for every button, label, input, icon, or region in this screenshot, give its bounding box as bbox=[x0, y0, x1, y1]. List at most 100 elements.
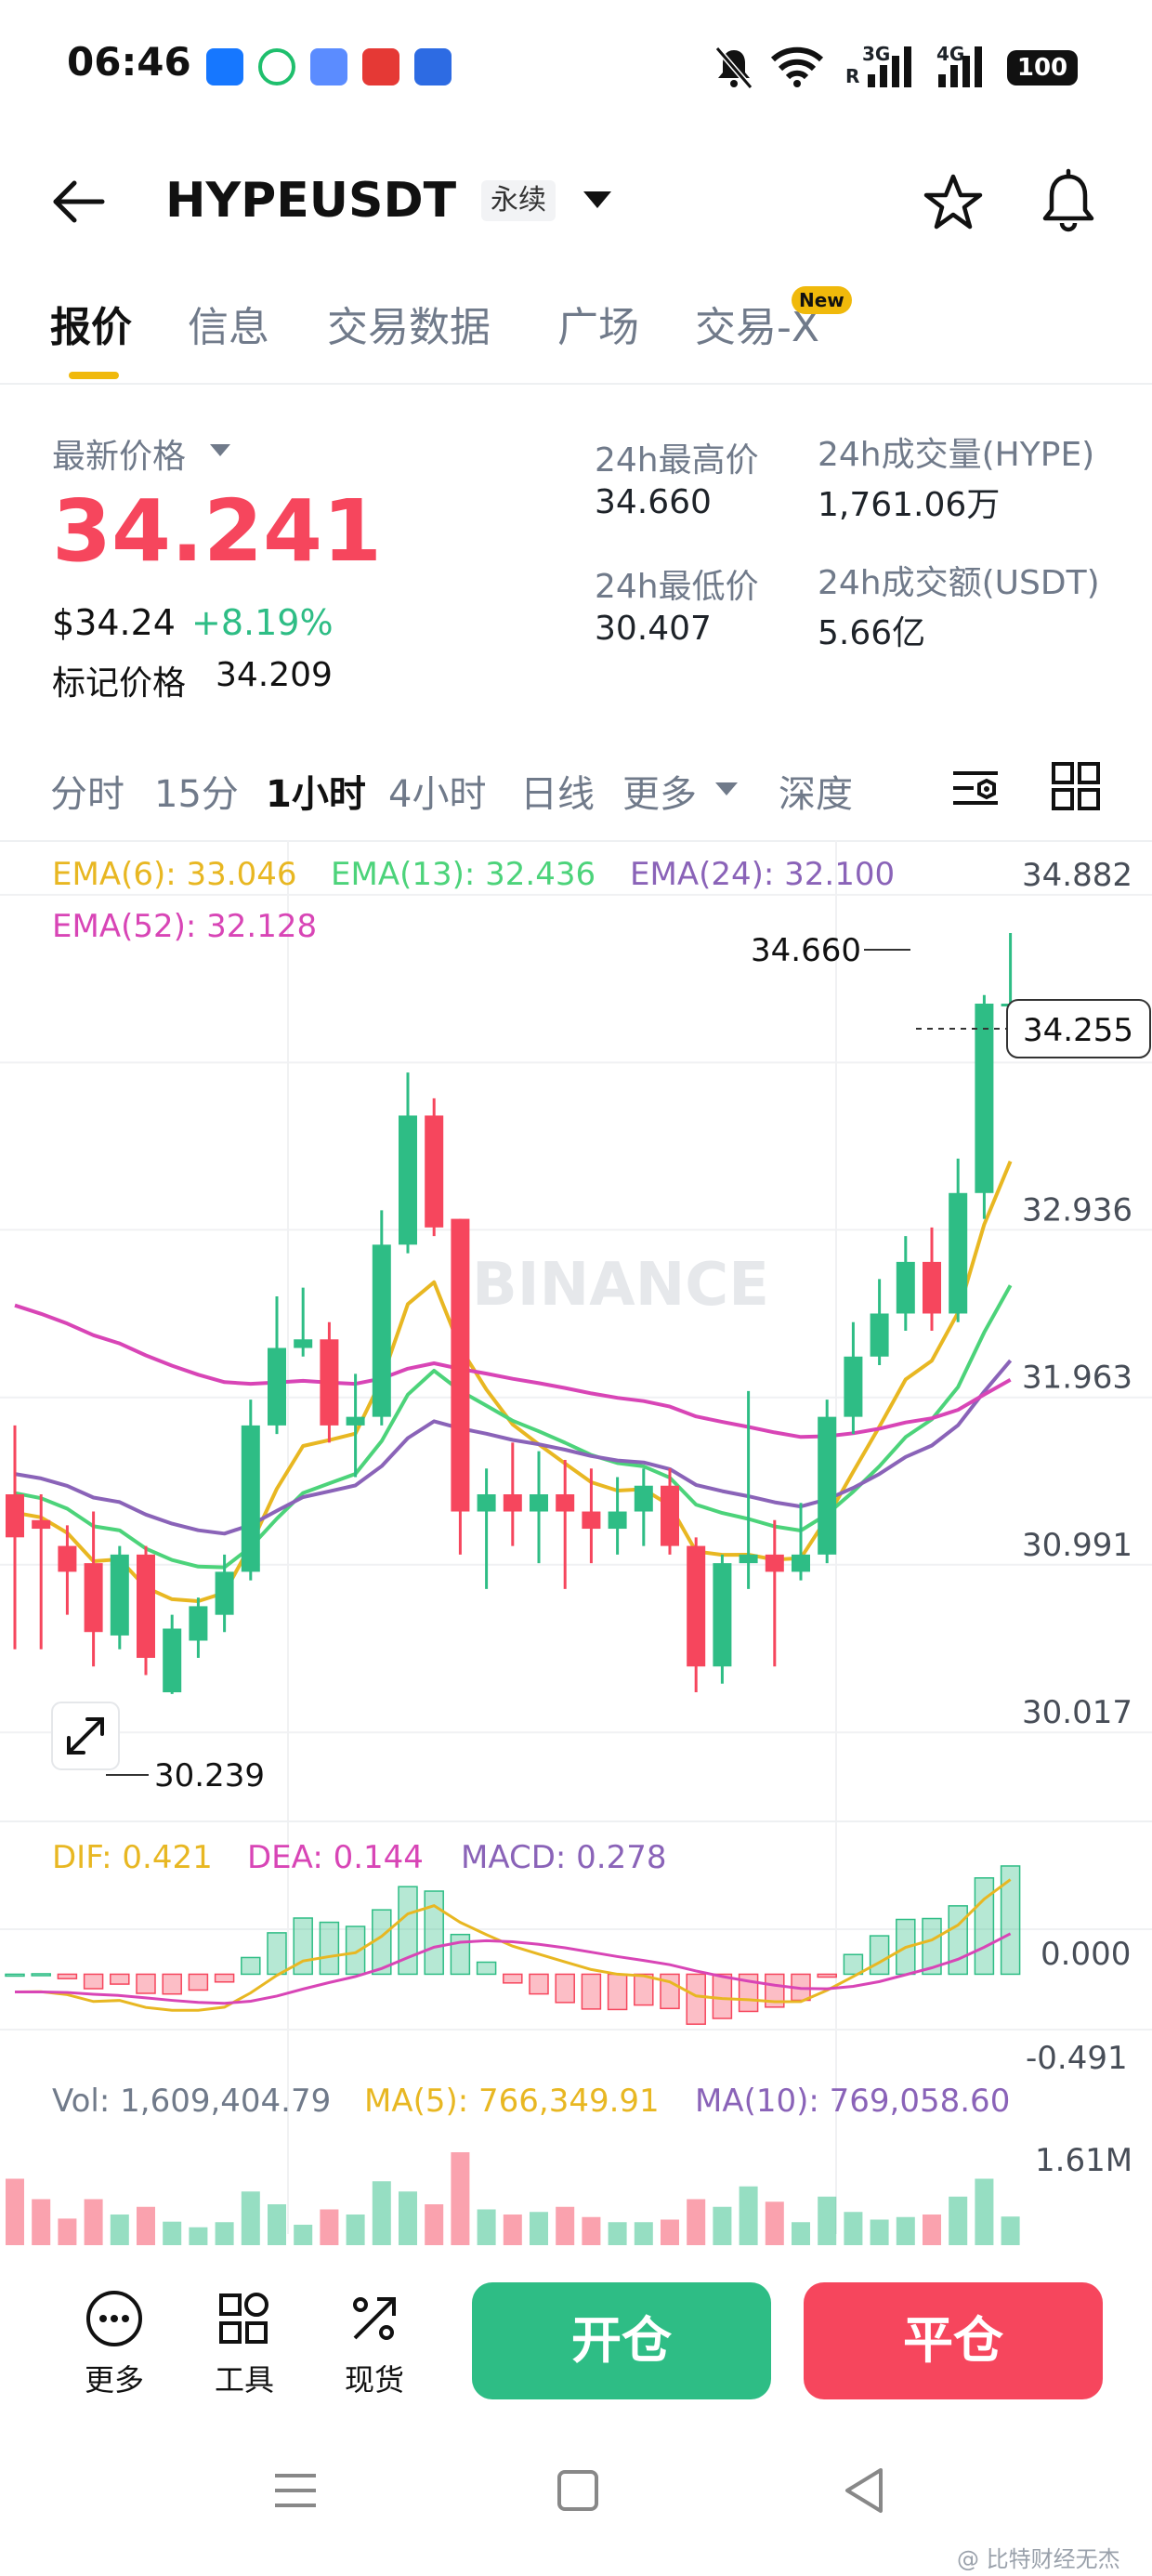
status-bar: 06:46 3G R 4G 100 bbox=[0, 0, 1152, 139]
volume-bar bbox=[241, 2191, 260, 2245]
tools-label: 工具 bbox=[214, 2362, 274, 2398]
app-notification-icon bbox=[206, 48, 243, 85]
interval-4h[interactable]: 4小时 bbox=[388, 764, 486, 818]
macd-histogram-bar bbox=[529, 1973, 549, 1995]
vol-legend: Vol: 1,609,404.79 bbox=[52, 2083, 331, 2120]
interval-more-caret-icon[interactable] bbox=[715, 782, 738, 795]
binance-watermark: BINANCE bbox=[472, 1251, 769, 1320]
mark-price: 34.209 bbox=[216, 656, 333, 694]
volume-axis-tick: 1.61M bbox=[1035, 2142, 1132, 2179]
volume-bar bbox=[739, 2186, 758, 2245]
volume-bar bbox=[1001, 2216, 1020, 2245]
candle-body bbox=[687, 1545, 706, 1667]
candle-body bbox=[346, 1416, 365, 1426]
layout-grid-icon[interactable] bbox=[1050, 760, 1102, 812]
last-price-label[interactable]: 最新价格 bbox=[52, 429, 186, 478]
candle-body bbox=[949, 1192, 968, 1314]
volume-bar bbox=[556, 2206, 575, 2245]
volume-bar bbox=[294, 2225, 313, 2245]
back-nav-icon[interactable] bbox=[836, 2463, 892, 2518]
volume-bar bbox=[399, 2191, 417, 2245]
price-axis-tick: 34.882 bbox=[1022, 857, 1132, 894]
depth-tab[interactable]: 深度 bbox=[779, 764, 853, 818]
price-alert-bell-icon[interactable] bbox=[1035, 167, 1102, 234]
turnover-24h-label: 24h成交额(USDT) bbox=[818, 564, 1100, 602]
new-badge: New bbox=[792, 286, 852, 314]
volume-bar bbox=[870, 2219, 889, 2245]
price-chart[interactable]: BINANCE 34.88233.90832.93631.96330.99130… bbox=[0, 840, 1152, 2253]
more-button[interactable]: 更多 bbox=[72, 2288, 156, 2399]
interval-more[interactable]: 更多 bbox=[622, 764, 697, 818]
home-nav-icon[interactable] bbox=[550, 2463, 606, 2518]
roaming-label: R bbox=[845, 65, 860, 87]
candle-body bbox=[451, 1218, 470, 1512]
volume-bar bbox=[477, 2209, 496, 2245]
macd-histogram-bar bbox=[188, 1973, 209, 1991]
low-marker-label: 30.239 bbox=[154, 1757, 265, 1794]
macd-histogram-bar bbox=[241, 1956, 261, 1976]
vol-ma10-legend: MA(10): 769,058.60 bbox=[695, 2083, 1010, 2120]
macd-histogram-bar bbox=[581, 1973, 602, 2010]
high-marker-label: 34.660 bbox=[751, 932, 861, 969]
interval-time[interactable]: 分时 bbox=[50, 764, 124, 818]
macd-histogram-bar bbox=[869, 1935, 890, 1976]
candle-body bbox=[739, 1554, 758, 1564]
volume-bar bbox=[6, 2178, 24, 2245]
mark-price-label: 标记价格 bbox=[52, 664, 187, 703]
volume-bar bbox=[372, 2181, 391, 2245]
interval-1h[interactable]: 1小时 bbox=[266, 764, 366, 818]
candle-body bbox=[110, 1554, 129, 1636]
macd-histogram-bar bbox=[817, 1973, 837, 1978]
close-position-button[interactable]: 平仓 bbox=[804, 2282, 1103, 2399]
candle-body bbox=[477, 1494, 496, 1512]
macd-histogram-bar bbox=[503, 1973, 523, 1984]
macd-histogram-bar bbox=[607, 1973, 628, 2011]
interval-15m[interactable]: 15分 bbox=[154, 764, 239, 818]
menu-nav-icon[interactable] bbox=[268, 2463, 323, 2518]
candle-body bbox=[189, 1606, 208, 1641]
volume-bar bbox=[582, 2216, 601, 2245]
candle-body bbox=[372, 1244, 391, 1417]
more-dots-icon bbox=[86, 2291, 142, 2346]
candle-body bbox=[268, 1347, 286, 1426]
symbol-dropdown-caret-icon[interactable] bbox=[583, 191, 611, 208]
tab-trading-data[interactable]: 交易数据 bbox=[327, 294, 491, 353]
dea-legend: DEA: 0.144 bbox=[247, 1839, 424, 1876]
divider bbox=[0, 383, 1152, 385]
low-24h-value: 30.407 bbox=[595, 610, 712, 648]
volume-bar bbox=[110, 2215, 129, 2245]
favorite-star-icon[interactable] bbox=[922, 171, 985, 234]
back-arrow-icon[interactable] bbox=[48, 172, 108, 231]
volume-bar bbox=[687, 2199, 706, 2245]
candle-body bbox=[530, 1494, 548, 1512]
chart-settings-icon[interactable] bbox=[948, 760, 1003, 816]
app-notification-icon bbox=[310, 48, 347, 85]
candle-body bbox=[163, 1628, 182, 1693]
candle-body bbox=[765, 1554, 784, 1572]
macd-histogram-bar bbox=[555, 1973, 575, 2004]
macd-histogram-bar bbox=[948, 1905, 968, 1976]
volume-bar bbox=[163, 2221, 182, 2245]
open-position-button[interactable]: 开仓 bbox=[472, 2282, 771, 2399]
volume-bar bbox=[661, 2219, 679, 2245]
low-24h-label: 24h最低价 bbox=[595, 568, 759, 606]
macd-histogram-bar bbox=[450, 1933, 471, 1976]
tab-quote[interactable]: 报价 bbox=[50, 294, 132, 353]
candle-body bbox=[713, 1563, 732, 1667]
tab-square[interactable]: 广场 bbox=[557, 294, 639, 353]
price-change-pct: +8.19% bbox=[191, 602, 334, 643]
symbol-title[interactable]: HYPEUSDT bbox=[165, 173, 456, 229]
volume-bar bbox=[215, 2222, 234, 2245]
tools-button[interactable]: 工具 bbox=[203, 2288, 286, 2399]
turnover-24h-value: 5.66亿 bbox=[818, 614, 926, 652]
interval-1d[interactable]: 日线 bbox=[520, 764, 595, 818]
high-24h-value: 34.660 bbox=[595, 483, 712, 521]
candle-body bbox=[792, 1554, 810, 1572]
volume-bar bbox=[765, 2201, 784, 2245]
macd-histogram-bar bbox=[31, 1973, 51, 1977]
last-price-caret-icon[interactable] bbox=[210, 444, 230, 456]
spot-button[interactable]: 现货 bbox=[333, 2288, 416, 2399]
volume-bar bbox=[84, 2199, 103, 2245]
price-axis-tick: 30.991 bbox=[1022, 1527, 1132, 1564]
tab-info[interactable]: 信息 bbox=[188, 294, 269, 353]
